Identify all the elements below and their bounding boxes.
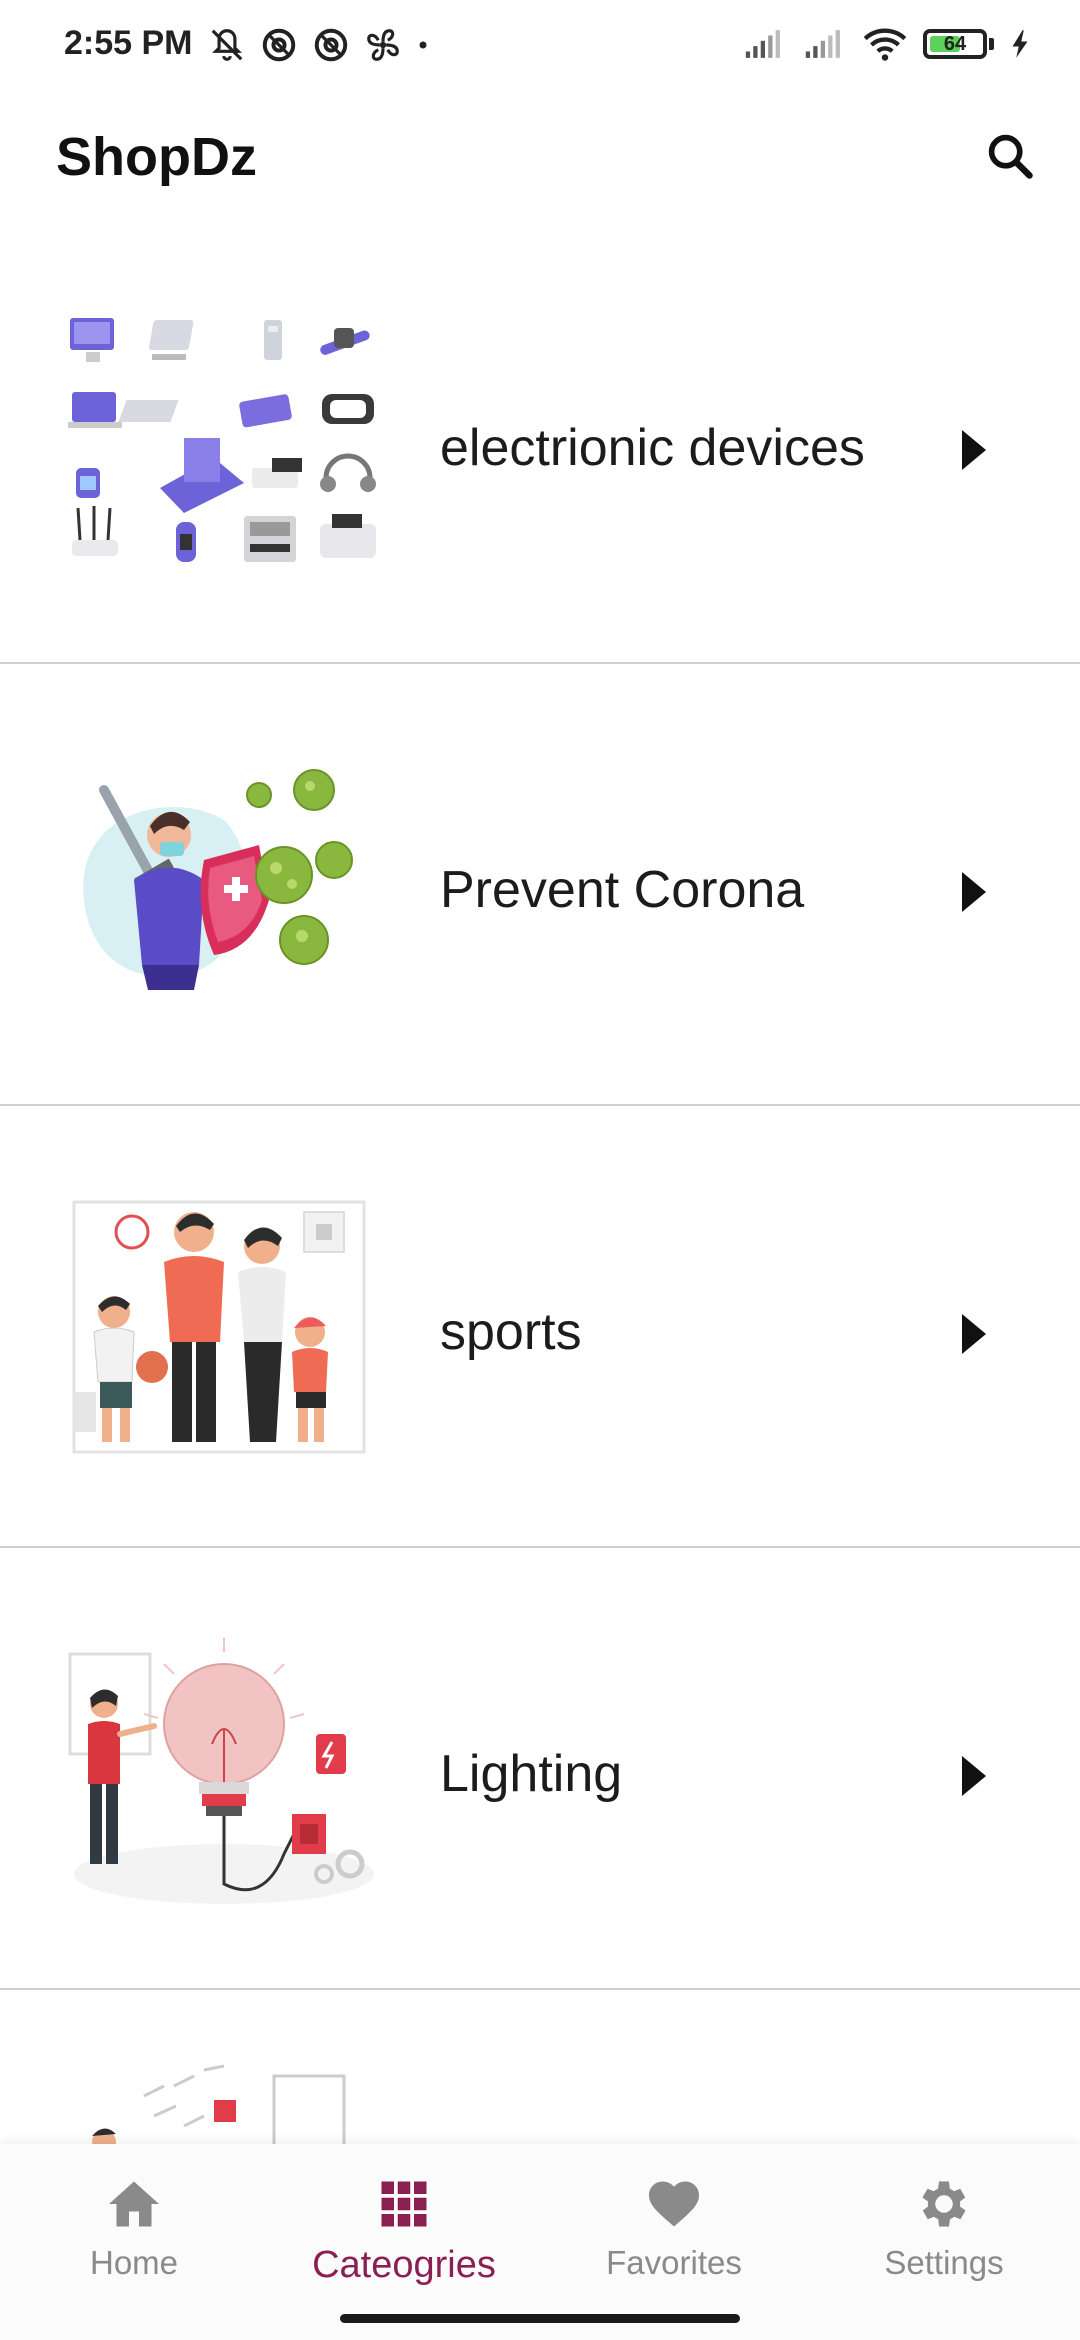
nav-label: Favorites (606, 2244, 742, 2281)
search-icon (988, 134, 1033, 179)
arrow-right-icon (962, 1756, 986, 1796)
gear-icon (922, 2181, 966, 2227)
dot-icon (419, 41, 427, 49)
nav-label: Settings (884, 2244, 1004, 2281)
category-item-prevent-corona[interactable]: Prevent Corona (0, 664, 1080, 1106)
category-list: electrionic devices Prevent Corona sport… (0, 222, 1080, 2340)
category-label: sports (440, 1303, 582, 1361)
search-button[interactable] (974, 120, 1046, 192)
nav-label: Cateogries (312, 2244, 496, 2286)
nav-label: Home (89, 2244, 179, 2281)
category-item-lighting[interactable]: Lighting (0, 1548, 1080, 1990)
category-label: Prevent Corona (440, 861, 805, 919)
status-notification-icons (208, 26, 430, 64)
electronic-devices-illustration (68, 318, 376, 562)
muted-bell-icon (211, 29, 243, 61)
charging-bolt-icon (1012, 30, 1028, 58)
grid-icon (381, 2181, 427, 2227)
battery-icon: 64 (923, 29, 987, 59)
nav-settings[interactable]: Settings (844, 2174, 1044, 2282)
battery-level: 64 (943, 33, 967, 55)
category-label: electrionic devices (440, 419, 865, 477)
status-system-icons: 64 (743, 26, 1030, 62)
signal-icon (805, 30, 840, 58)
heart-icon (649, 2181, 699, 2227)
home-icon (109, 2181, 159, 2227)
at-circle-icon (314, 28, 348, 62)
signal-icon (745, 30, 780, 58)
nav-categories[interactable]: Cateogries (304, 2174, 504, 2287)
category-item-electronic-devices[interactable]: electrionic devices (0, 222, 1080, 664)
nav-home[interactable]: Home (34, 2174, 234, 2282)
arrow-right-icon (962, 430, 986, 470)
app-screen: 2:55 PM 64 ShopDz electrionic devices Pr… (0, 0, 1080, 2340)
sports-family-illustration (72, 1200, 366, 1454)
nav-favorites[interactable]: Favorites (574, 2174, 774, 2282)
category-item-sports[interactable]: sports (0, 1106, 1080, 1548)
status-time: 2:55 PM (64, 24, 193, 62)
bottom-navigation: Home Cateogries Favorites Settings (0, 2144, 1080, 2340)
lighting-bulb-illustration (68, 1638, 374, 1904)
battery-tip (989, 38, 994, 50)
app-title: ShopDz (56, 127, 257, 187)
wifi-icon (863, 28, 907, 61)
arrow-right-icon (962, 1314, 986, 1354)
category-label: Lighting (440, 1745, 623, 1803)
arrow-right-icon (962, 872, 986, 912)
home-indicator[interactable] (340, 2314, 740, 2323)
app-bar: ShopDz (0, 96, 1080, 216)
status-bar: 2:55 PM 64 (0, 0, 1080, 96)
prevent-corona-illustration (83, 769, 353, 990)
fan-icon (367, 29, 399, 61)
at-circle-icon (262, 28, 296, 62)
